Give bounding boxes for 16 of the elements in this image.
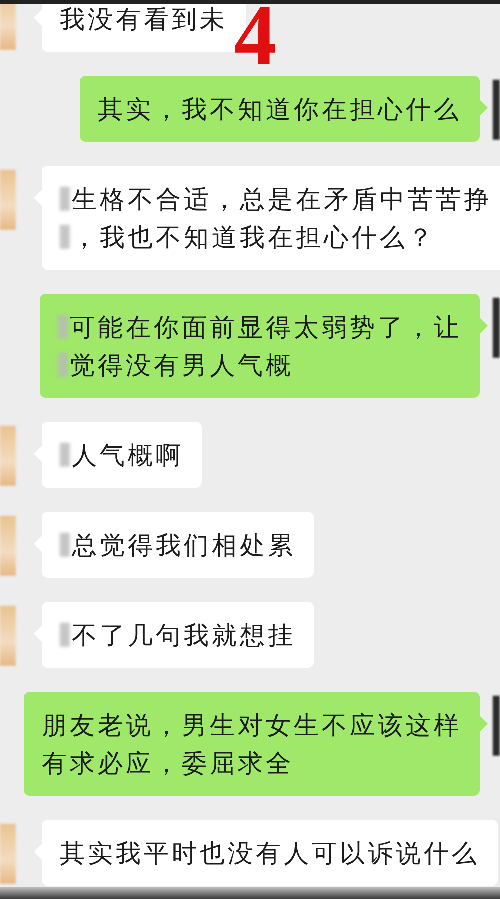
message-text: 总觉得我们相处累 [72,530,296,562]
avatar[interactable] [493,696,500,756]
message-text: 有求必应，委屈求全 [42,748,294,780]
message-text: 可能在你面前显得太弱势了，让 [70,312,462,344]
message-text: 朋友老说，男生对女生不应该这样 [42,710,462,742]
message-text: 我没有看到未 [60,4,228,36]
overlay-number: 4 [234,4,277,78]
message-text: 人气概啊 [72,440,184,472]
message-text: 其实我平时也没有人可以诉说什么 [60,838,480,870]
message-text: 觉得没有男人气概 [70,350,294,382]
message-text: ，我也不知道我在担心什么？ [72,222,436,254]
avatar[interactable] [493,80,500,140]
message-text: 不了几句我就想挂 [72,620,296,652]
message-text: 其实，我不知道你在担心什么 [98,94,462,126]
message-text: 生格不合适，总是在矛盾中苦苦挣 [72,184,492,216]
avatar[interactable] [493,298,500,358]
